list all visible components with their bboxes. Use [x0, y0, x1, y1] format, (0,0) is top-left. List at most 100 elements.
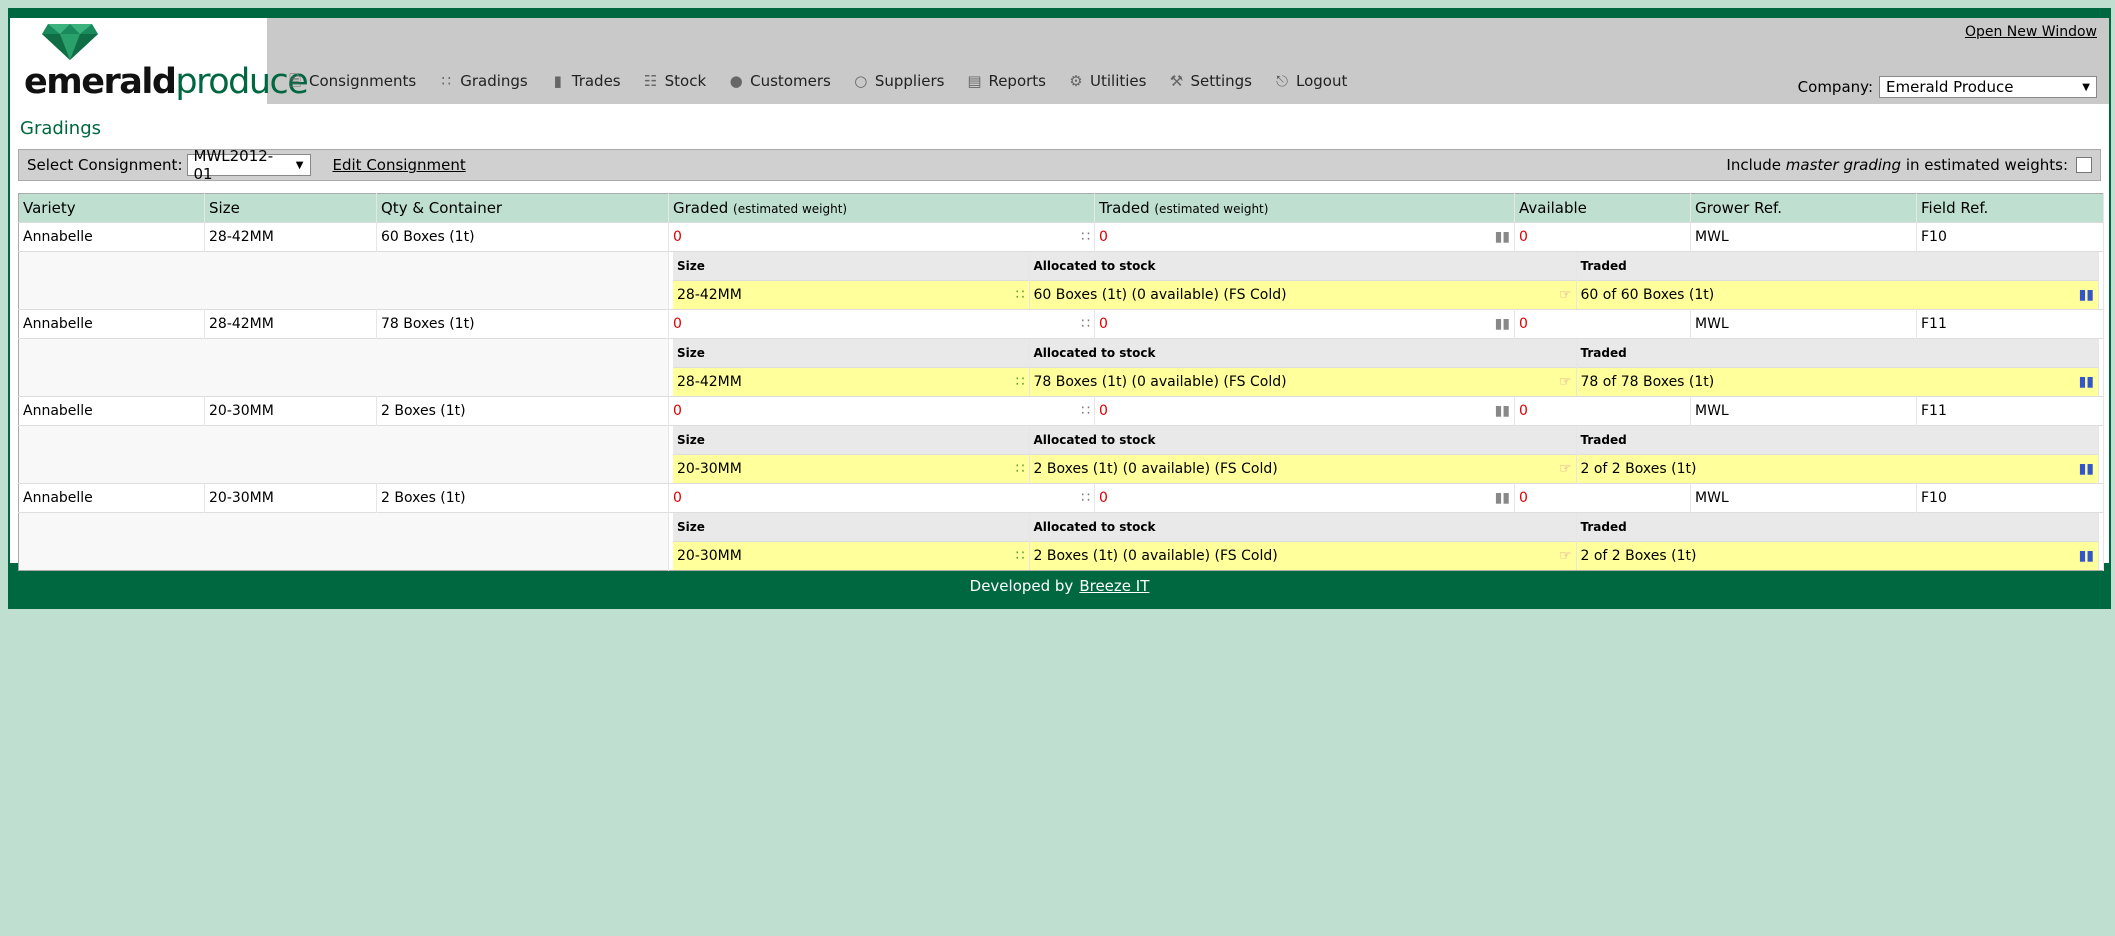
- cell-graded: 0 ∷: [668, 222, 1095, 252]
- emerald-gem-icon: [42, 24, 98, 60]
- sub-size-value: 28-42MM: [677, 287, 742, 303]
- logo[interactable]: emeraldproduce: [10, 18, 309, 104]
- cell-graded: 0 ∷: [668, 396, 1095, 426]
- sub-row-spacer: [18, 512, 669, 571]
- grading-tree-icon[interactable]: ∷: [1016, 549, 1025, 563]
- consignment-select[interactable]: MWL2012-01 ▼: [186, 147, 311, 183]
- trades-bar-chart-icon[interactable]: ▮▮: [1495, 317, 1510, 331]
- nav-stock[interactable]: ☷ Stock: [632, 72, 718, 90]
- page-title: Gradings: [20, 118, 102, 139]
- sub-data-row[interactable]: 28-42MM ∷ 78 Boxes (1t) (0 available) (FS…: [673, 367, 2099, 396]
- col-traded[interactable]: Traded (estimated weight): [1094, 193, 1515, 223]
- col-graded[interactable]: Graded (estimated weight): [668, 193, 1095, 223]
- sub-cell-traded: 78 of 78 Boxes (1t) ▮▮: [1576, 367, 2099, 396]
- sub-data-row[interactable]: 20-30MM ∷ 2 Boxes (1t) (0 available) (FS …: [673, 541, 2099, 570]
- nav-settings[interactable]: ⚒ Settings: [1157, 72, 1263, 90]
- breeze-it-link[interactable]: Breeze IT: [1079, 577, 1149, 595]
- sub-col-traded: Traded: [1576, 339, 2099, 368]
- open-new-window-link[interactable]: Open New Window: [1965, 24, 2097, 40]
- traded-value: 0: [1099, 316, 1108, 332]
- sub-row: Size Allocated to stock Traded 28-42MM ∷ …: [18, 251, 2104, 310]
- hand-pointer-icon[interactable]: ☞: [1559, 549, 1572, 563]
- col-field-ref[interactable]: Field Ref.: [1916, 193, 2104, 223]
- table-row[interactable]: Annabelle 20-30MM 2 Boxes (1t) 0 ∷ 0 ▮▮ 0 …: [18, 396, 2104, 426]
- sub-allocated-value: 2 Boxes (1t) (0 available) (FS Cold): [1033, 548, 1278, 564]
- graded-value: 0: [673, 490, 682, 506]
- sub-data-row[interactable]: 20-30MM ∷ 2 Boxes (1t) (0 available) (FS …: [673, 454, 2099, 483]
- table-row[interactable]: Annabelle 28-42MM 60 Boxes (1t) 0 ∷ 0 ▮▮ 0…: [18, 222, 2104, 252]
- cell-qty: 2 Boxes (1t): [376, 396, 669, 426]
- grading-tree-icon[interactable]: ∷: [1081, 317, 1090, 331]
- nav-trades[interactable]: ▮ Trades: [539, 72, 632, 90]
- grading-tree-icon[interactable]: ∷: [1016, 288, 1025, 302]
- col-qty[interactable]: Qty & Container: [376, 193, 669, 223]
- trades-bar-chart-icon[interactable]: ▮▮: [2079, 288, 2094, 302]
- sub-cell-size: 20-30MM ∷: [673, 541, 1030, 570]
- logo-wordmark: emeraldproduce: [24, 62, 309, 102]
- sub-data-row[interactable]: 28-42MM ∷ 60 Boxes (1t) (0 available) (FS…: [673, 280, 2099, 309]
- cell-qty: 2 Boxes (1t): [376, 483, 669, 513]
- sub-traded-value: 78 of 78 Boxes (1t): [1580, 374, 1715, 390]
- company-select[interactable]: Emerald Produce ▼: [1879, 76, 2097, 98]
- sub-row-spacer: [18, 425, 669, 484]
- available-value: 0: [1519, 490, 1528, 506]
- main-content: Gradings Select Consignment: MWL2012-01 …: [10, 104, 2109, 571]
- nav-gradings[interactable]: ∷ Gradings: [427, 72, 539, 90]
- col-grower-ref[interactable]: Grower Ref.: [1690, 193, 1917, 223]
- sub-table-cell: Size Allocated to stock Traded 28-42MM ∷ …: [668, 251, 2104, 310]
- table-row[interactable]: Annabelle 28-42MM 78 Boxes (1t) 0 ∷ 0 ▮▮ 0…: [18, 309, 2104, 339]
- trades-bar-chart-icon[interactable]: ▮▮: [2079, 462, 2094, 476]
- sub-col-traded: Traded: [1576, 513, 2099, 542]
- trades-bar-chart-icon[interactable]: ▮▮: [2079, 549, 2094, 563]
- sub-header-row: Size Allocated to stock Traded: [673, 339, 2099, 368]
- nav-label: Suppliers: [874, 72, 945, 90]
- trades-bar-chart-icon[interactable]: ▮▮: [1495, 404, 1510, 418]
- table-row[interactable]: Annabelle 20-30MM 2 Boxes (1t) 0 ∷ 0 ▮▮ 0 …: [18, 483, 2104, 513]
- cell-field-ref: F11: [1916, 309, 2104, 339]
- sub-row: Size Allocated to stock Traded 20-30MM ∷ …: [18, 512, 2104, 571]
- nav-label: Trades: [571, 72, 621, 90]
- hand-pointer-icon[interactable]: ☞: [1559, 375, 1572, 389]
- chevron-down-icon: ▼: [295, 159, 304, 171]
- nav-utilities[interactable]: ⚙ Utilities: [1057, 72, 1157, 90]
- sub-allocated-value: 78 Boxes (1t) (0 available) (FS Cold): [1033, 374, 1287, 390]
- sub-allocated-value: 60 Boxes (1t) (0 available) (FS Cold): [1033, 287, 1287, 303]
- grading-tree-icon[interactable]: ∷: [1016, 375, 1025, 389]
- grading-tree-icon[interactable]: ∷: [1081, 491, 1090, 505]
- cell-grower-ref: MWL: [1690, 222, 1917, 252]
- sub-cell-traded: 2 of 2 Boxes (1t) ▮▮: [1576, 454, 2099, 483]
- grading-tree-icon[interactable]: ∷: [1081, 404, 1090, 418]
- sub-table-cell: Size Allocated to stock Traded 20-30MM ∷ …: [668, 512, 2104, 571]
- include-master-grading-checkbox[interactable]: [2076, 157, 2092, 173]
- sub-table-cell: Size Allocated to stock Traded 20-30MM ∷ …: [668, 425, 2104, 484]
- footer-text: Developed by: [969, 577, 1074, 595]
- trades-bar-chart-icon[interactable]: ▮▮: [2079, 375, 2094, 389]
- edit-consignment-link[interactable]: Edit Consignment: [333, 156, 466, 174]
- hand-pointer-icon[interactable]: ☞: [1559, 288, 1572, 302]
- sub-col-size: Size: [673, 513, 1030, 542]
- nav-suppliers[interactable]: ○ Suppliers: [842, 72, 956, 90]
- nav-label: Settings: [1190, 72, 1252, 90]
- grading-tree-icon[interactable]: ∷: [1016, 462, 1025, 476]
- col-size[interactable]: Size: [204, 193, 377, 223]
- cell-available: 0: [1514, 222, 1691, 252]
- trades-bar-chart-icon[interactable]: ▮▮: [1495, 491, 1510, 505]
- person-outline-icon: ○: [854, 72, 868, 90]
- sub-size-value: 28-42MM: [677, 374, 742, 390]
- sub-col-size: Size: [673, 426, 1030, 455]
- trades-bar-chart-icon[interactable]: ▮▮: [1495, 230, 1510, 244]
- traded-value: 0: [1099, 403, 1108, 419]
- hand-pointer-icon[interactable]: ☞: [1559, 462, 1572, 476]
- col-available[interactable]: Available: [1514, 193, 1691, 223]
- grading-tree-icon[interactable]: ∷: [1081, 230, 1090, 244]
- nav-label: Logout: [1296, 72, 1348, 90]
- nav-logout[interactable]: ⎋ Logout: [1263, 72, 1358, 90]
- nav-customers[interactable]: ● Customers: [717, 72, 842, 90]
- cell-available: 0: [1514, 483, 1691, 513]
- nav-reports[interactable]: ▤ Reports: [955, 72, 1057, 90]
- sub-row-spacer: [18, 338, 669, 397]
- bar-chart-icon: ▮: [553, 72, 562, 90]
- col-variety[interactable]: Variety: [18, 193, 205, 223]
- nav-consignments[interactable]: 🗎 Consignments: [276, 72, 427, 90]
- sub-size-value: 20-30MM: [677, 461, 742, 477]
